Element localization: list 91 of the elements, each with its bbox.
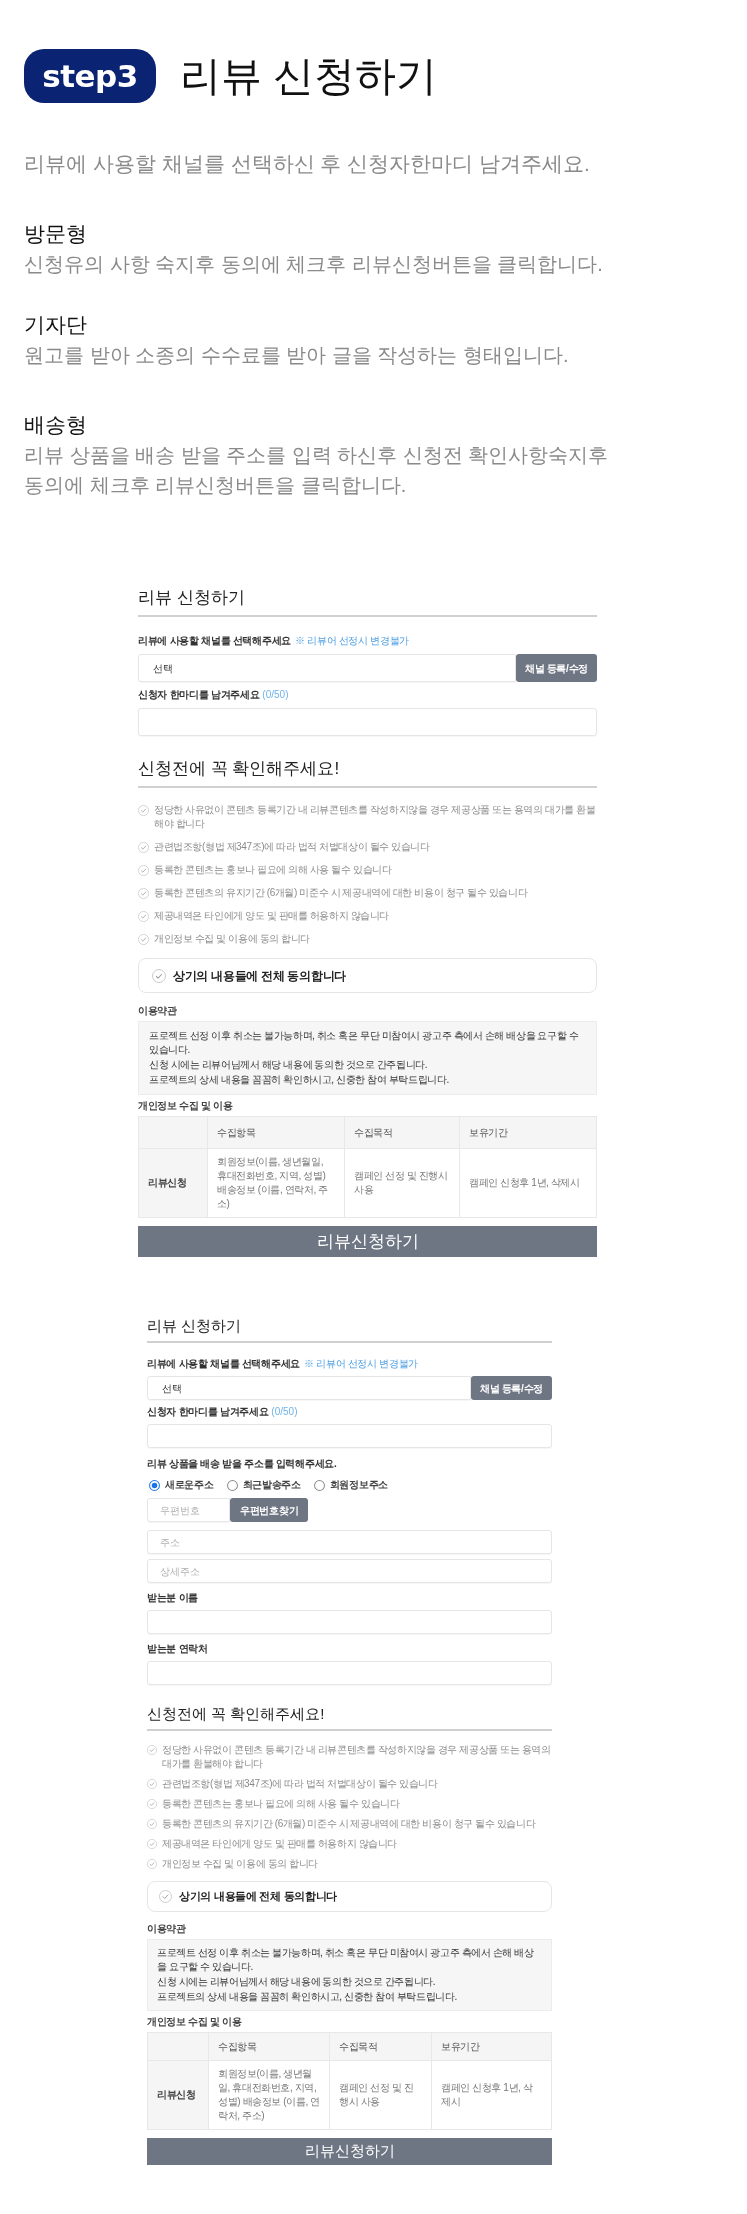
notice-text: 관련법조항(형법 제347조)에 따라 법적 처벌대상이 될수 있습니다 xyxy=(162,1777,438,1791)
table-header-cell: 보유기간 xyxy=(460,1117,597,1149)
table-cell: 캠페인 선정 및 진행시 사용 xyxy=(345,1149,460,1218)
terms-title: 이용약관 xyxy=(138,1004,178,1018)
submit-button[interactable]: 리뷰신청하기 xyxy=(138,1226,597,1257)
table-header-cell: 수집목적 xyxy=(345,1117,460,1149)
step-badge: step3 xyxy=(24,49,156,103)
type-title: 배송형 xyxy=(24,412,88,438)
type-description: 원고를 받아 소종의 수수료를 받아 글을 작성하는 형태입니다. xyxy=(24,343,570,368)
channel-button[interactable]: 채널 등록/수정 xyxy=(470,1376,552,1400)
channel-select[interactable]: 선택 xyxy=(138,654,516,682)
privacy-title: 개인정보 수집 및 이용 xyxy=(138,1099,234,1113)
note-text: ※ 리뷰어 선정시 변경불가 xyxy=(294,634,410,648)
agree-all-checkbox[interactable]: 상기의 내용들에 전체 동의합니다 xyxy=(138,958,597,993)
check-circle-icon xyxy=(147,1819,157,1829)
check-circle-icon xyxy=(147,1799,157,1809)
check-circle-icon xyxy=(147,1745,157,1755)
terms-text: 프로젝트의 상세 내용을 꼼꼼히 확인하시고, 신중한 참여 부탁드립니다. xyxy=(149,1073,450,1087)
notice-text: 제공내역은 타인에게 양도 및 판매를 허용하지 않습니다 xyxy=(162,1837,398,1851)
notice-text: 등록한 콘텐츠는 홍보나 필요에 의해 사용 될수 있습니다 xyxy=(162,1797,400,1811)
check-circle-icon xyxy=(147,1839,157,1849)
notice-text: 개인정보 수집 및 이용에 동의 합니다 xyxy=(162,1857,318,1871)
notice-text: 정당한 사유없이 콘텐츠 등록기간 내 리뷰콘텐츠를 작성하지않을 경우 제공상품 또는 용역의 대가를 환불해야 합니다 xyxy=(162,1743,552,1771)
terms-text: 프로젝트 선정 이후 취소는 불가능하며, 취소 혹은 무단 미참여시 광고주 측에서 손해 배상을 요구할 수 있습니다. xyxy=(157,1946,535,1974)
comment-field[interactable] xyxy=(147,1424,552,1448)
count-text: (0/50) xyxy=(262,688,289,702)
table-header-cell: 수집목적 xyxy=(330,2033,432,2061)
notice-text: 관련법조항(형법 제347조)에 따라 법적 처벌대상이 될수 있습니다 xyxy=(154,840,430,854)
check-circle-icon xyxy=(138,841,149,853)
notice-heading: 신청전에 꼭 확인해주세요! xyxy=(138,758,341,780)
channel-button[interactable]: 채널 등록/수정 xyxy=(515,654,597,682)
postcode-field[interactable]: 우편번호 xyxy=(147,1498,230,1522)
field-label: 리뷰에 사용할 채널를 선택해주세요 xyxy=(147,1357,300,1371)
terms-text: 프로젝트의 상세 내용을 꼼꼼히 확인하시고, 신중한 참여 부탁드립니다. xyxy=(157,1990,458,2004)
table-cell: 캠페인 신청후 1년, 삭제시 xyxy=(432,2061,552,2130)
notice-text: 등록한 콘텐츠의 유지기간 (6개월) 미준수 시 제공내역에 대한 비용이 청구 될수 있습니다 xyxy=(162,1817,536,1831)
note-text: ※ 리뷰어 선정시 변경불가 xyxy=(303,1357,419,1371)
terms-text: 프로젝트 선정 이후 취소는 불가능하며, 취소 혹은 무단 미참여시 광고주 측에서 손해 배상을 요구할 수 있습니다. xyxy=(149,1029,580,1057)
check-circle-icon xyxy=(138,910,149,922)
terms-title: 이용약관 xyxy=(147,1922,187,1936)
form-title: 리뷰 신청하기 xyxy=(138,587,246,609)
notice-text: 제공내역은 타인에게 양도 및 판매를 허용하지 않습니다 xyxy=(154,909,390,923)
radio-option[interactable]: 최근발송주소 xyxy=(226,1478,301,1492)
table-cell: 회원정보(이름, 생년월일, 휴대전화번호, 지역, 성별) 배송정보 (이름, 연락처, 주소) xyxy=(208,1149,345,1218)
check-circle-icon xyxy=(138,864,149,876)
submit-button[interactable]: 리뷰신청하기 xyxy=(147,2138,552,2165)
field-label: 받는분 연락처 xyxy=(147,1642,209,1656)
notice-text: 등록한 콘텐츠의 유지기간 (6개월) 미준수 시 제공내역에 대한 비용이 청구 될수 있습니다 xyxy=(154,886,528,900)
notice-text: 개인정보 수집 및 이용에 동의 합니다 xyxy=(154,932,310,946)
table-header-cell: 보유기간 xyxy=(432,2033,552,2061)
terms-text: 신청 시에는 리뷰어님께서 해당 내용에 동의한 것으로 간주됩니다. xyxy=(157,1975,437,1989)
field-label: 받는분 이름 xyxy=(147,1591,199,1605)
comment-field[interactable] xyxy=(138,708,597,736)
form-title: 리뷰 신청하기 xyxy=(147,1316,243,1336)
address-field[interactable]: 주소 xyxy=(147,1530,552,1554)
intro-text: 리뷰에 사용할 채널를 선택하신 후 신청자한마디 남겨주세요. xyxy=(24,151,591,177)
table-header-cell: 수집항목 xyxy=(209,2033,330,2061)
notice-text: 정당한 사유없이 콘텐츠 등록기간 내 리뷰콘텐츠를 작성하지않을 경우 제공상품 또는 용역의 대가를 환불해야 합니다 xyxy=(154,803,597,831)
table-cell: 캠페인 선정 및 진행시 사용 xyxy=(330,2061,432,2130)
check-circle-icon xyxy=(147,1779,157,1789)
check-circle-icon xyxy=(138,887,149,899)
field-label: 신청자 한마디를 남겨주세요 xyxy=(147,1405,269,1419)
table-cell: 캠페인 신청후 1년, 삭제시 xyxy=(460,1149,597,1218)
postcode-button[interactable]: 우편번호찾기 xyxy=(230,1498,309,1522)
table-cell: 리뷰신청 xyxy=(139,1149,208,1218)
radio-option[interactable]: 새로운주소 xyxy=(149,1478,214,1492)
count-text: (0/50) xyxy=(271,1405,298,1419)
check-circle-icon xyxy=(147,1859,157,1869)
notice-heading: 신청전에 꼭 확인해주세요! xyxy=(147,1704,326,1724)
page-title: 리뷰 신청하기 xyxy=(180,52,438,101)
notice-text: 등록한 콘텐츠는 홍보나 필요에 의해 사용 될수 있습니다 xyxy=(154,863,392,877)
privacy-title: 개인정보 수집 및 이용 xyxy=(147,2015,243,2029)
channel-select[interactable]: 선택 xyxy=(147,1376,471,1400)
type-title: 방문형 xyxy=(24,221,88,247)
recipient-phone-field[interactable] xyxy=(147,1661,552,1685)
type-description: 리뷰 상품을 배송 받을 주소를 입력 하신후 신청전 확인사항숙지후 동의에 체크후 리뷰신청버튼을 클릭합니다. xyxy=(24,443,610,498)
field-label: 리뷰 상품을 배송 받을 주소를 입력해주세요. xyxy=(147,1457,338,1471)
radio-option[interactable]: 회원정보주소 xyxy=(313,1478,388,1492)
field-label: 신청자 한마디를 남겨주세요 xyxy=(138,688,260,702)
check-circle-icon xyxy=(138,804,149,816)
table-cell: 회원정보(이름, 생년월일, 휴대전화번호, 지역, 성별) 배송정보 (이름, 연락처, 주소) xyxy=(209,2061,330,2130)
check-circle-icon xyxy=(138,933,149,945)
recipient-name-field[interactable] xyxy=(147,1610,552,1634)
table-header-cell: 수집항목 xyxy=(208,1117,345,1149)
terms-text: 신청 시에는 리뷰어님께서 해당 내용에 동의한 것으로 간주됩니다. xyxy=(149,1058,429,1072)
field-label: 리뷰에 사용할 채널를 선택해주세요 xyxy=(138,634,291,648)
detail-address-field[interactable]: 상세주소 xyxy=(147,1559,552,1583)
table-cell: 리뷰신청 xyxy=(148,2061,209,2130)
type-description: 신청유의 사항 숙지후 동의에 체크후 리뷰신청버튼을 클릭합니다. xyxy=(24,252,604,277)
agree-all-checkbox[interactable]: 상기의 내용들에 전체 동의합니다 xyxy=(147,1881,552,1912)
type-title: 기자단 xyxy=(24,312,88,338)
